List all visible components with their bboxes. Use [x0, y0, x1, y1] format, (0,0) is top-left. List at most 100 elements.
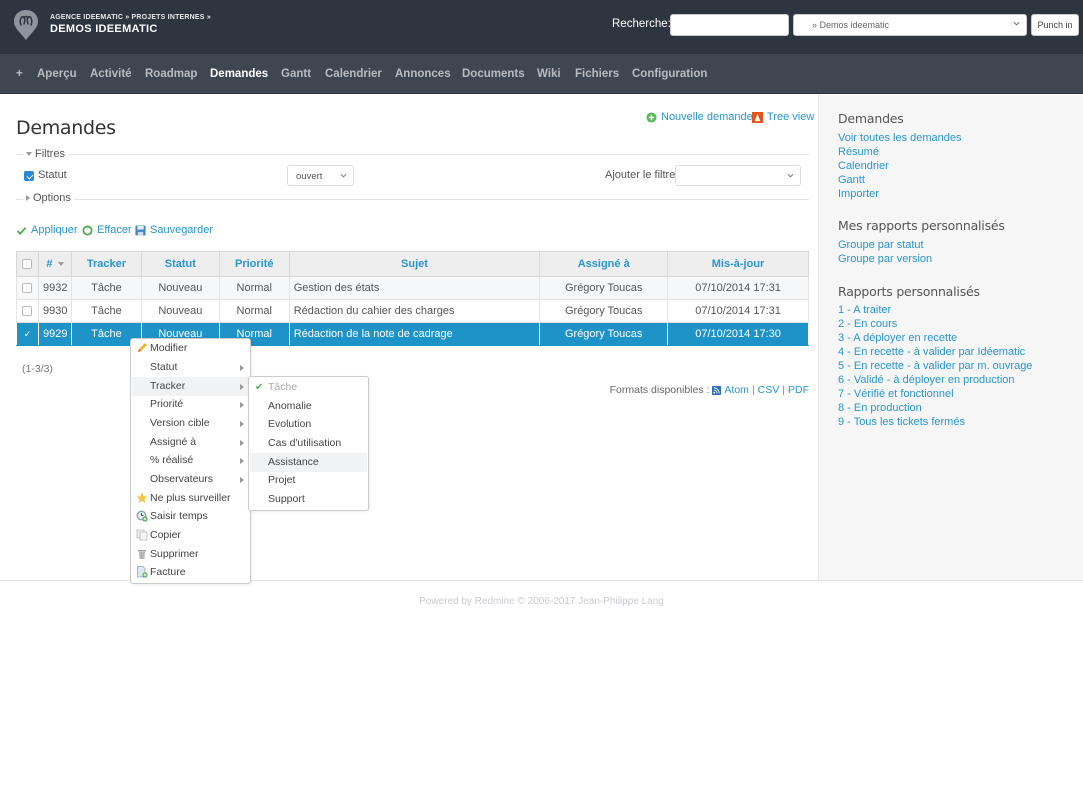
issue-tracker: Tâche: [70, 299, 142, 323]
tracker-option[interactable]: Evolution: [250, 415, 367, 434]
menu-item-gantt[interactable]: Gantt: [281, 68, 311, 80]
sidebar-report-link[interactable]: 9 - Tous les tickets fermés: [838, 416, 965, 428]
tracker-option[interactable]: Anomalie: [250, 397, 367, 416]
project-jump-select[interactable]: » Demos ideematic: [793, 14, 1027, 36]
tracker-submenu: ✔ Tâche Anomalie Evolution Cas d'utilisa…: [248, 376, 369, 511]
menu-item-issues[interactable]: Demandes: [210, 68, 268, 80]
context-menu-watchers[interactable]: Observateurs: [132, 470, 251, 489]
context-menu-unwatch[interactable]: Ne plus surveiller: [132, 489, 251, 508]
column-header-assignee[interactable]: Assigné à: [539, 251, 669, 277]
sidebar-report-link[interactable]: 5 - En recette - à valider par m. ouvrag…: [838, 360, 1032, 372]
sidebar-link-summary[interactable]: Résumé: [838, 146, 879, 158]
clear-button[interactable]: Effacer: [82, 224, 132, 236]
menu-item-overview[interactable]: Aperçu: [37, 68, 77, 80]
sidebar-link-group-version[interactable]: Groupe par version: [838, 253, 932, 265]
sidebar-report-link[interactable]: 6 - Validé - à déployer en production: [838, 374, 1015, 386]
punch-in-button[interactable]: Punch in: [1031, 14, 1079, 36]
separator: |: [782, 384, 785, 396]
table-row[interactable]: 9930 Tâche Nouveau Normal Rédaction du c…: [16, 299, 809, 323]
tracker-option[interactable]: Projet: [250, 471, 367, 490]
options-legend: Options: [33, 192, 71, 204]
table-row[interactable]: 9932 Tâche Nouveau Normal Gestion des ét…: [16, 276, 809, 300]
apply-button[interactable]: Appliquer: [16, 224, 77, 236]
menu-item-wiki[interactable]: Wiki: [537, 68, 561, 80]
filters-toggle[interactable]: Filtres: [23, 148, 68, 160]
sidebar-link-gantt[interactable]: Gantt: [838, 174, 865, 186]
column-header-priority[interactable]: Priorité: [218, 251, 290, 277]
sidebar-link-calendar[interactable]: Calendrier: [838, 160, 889, 172]
select-all-checkbox[interactable]: [22, 259, 33, 270]
menu-item-documents[interactable]: Documents: [462, 68, 525, 80]
issue-assignee[interactable]: Grégory Toucas: [539, 276, 669, 300]
logo-icon[interactable]: [13, 9, 39, 41]
status-filter-checkbox[interactable]: [24, 171, 34, 181]
sidebar: Demandes Voir toutes les demandes Résumé…: [818, 95, 1083, 580]
row-checkbox-checked[interactable]: ✓: [24, 329, 32, 339]
menu-item-calendar[interactable]: Calendrier: [325, 68, 382, 80]
search-input[interactable]: [670, 14, 789, 36]
menu-item-news[interactable]: Annonces: [395, 68, 451, 80]
context-menu-status[interactable]: Statut: [132, 358, 251, 377]
tracker-option[interactable]: Support: [250, 490, 367, 509]
column-header-subject[interactable]: Sujet: [288, 251, 541, 277]
column-header-id[interactable]: #: [37, 251, 72, 277]
new-issue-link[interactable]: Nouvelle demande: [646, 111, 753, 123]
sidebar-link-group-status[interactable]: Groupe par statut: [838, 239, 924, 251]
column-header-status[interactable]: Statut: [140, 251, 220, 277]
context-menu-label: Observateurs: [150, 473, 214, 485]
options-toggle[interactable]: Options: [23, 192, 74, 204]
issue-id[interactable]: 9929: [37, 322, 72, 346]
status-operator-select[interactable]: ouvert: [287, 165, 354, 186]
export-atom-link[interactable]: Atom: [724, 384, 749, 396]
context-menu-done-ratio[interactable]: % réalisé: [132, 451, 251, 470]
menu-item-new[interactable]: +: [16, 68, 23, 80]
sidebar-report-link[interactable]: 7 - Vérifié et fonctionnel: [838, 388, 954, 400]
export-pdf-link[interactable]: PDF: [788, 384, 809, 396]
sidebar-report-link[interactable]: 3 - A déployer en recette: [838, 332, 957, 344]
context-menu-label: Statut: [150, 361, 178, 373]
menu-item-files[interactable]: Fichiers: [575, 68, 619, 80]
menu-item-activity[interactable]: Activité: [90, 68, 132, 80]
project-title[interactable]: DEMOS IDEEMATIC: [50, 23, 158, 35]
issue-subject[interactable]: Rédaction de la note de cadrage: [288, 322, 541, 346]
row-checkbox[interactable]: [22, 283, 33, 294]
sidebar-report-link[interactable]: 1 - A traiter: [838, 304, 891, 316]
expand-arrow-icon: [26, 195, 30, 201]
tree-view-link[interactable]: Tree view: [752, 111, 814, 123]
export-csv-link[interactable]: CSV: [758, 384, 780, 396]
project-breadcrumb[interactable]: AGENCE IDEEMATIC » PROJETS INTERNES »: [50, 14, 211, 21]
row-checkbox[interactable]: [22, 306, 33, 317]
menu-item-roadmap[interactable]: Roadmap: [145, 68, 197, 80]
sidebar-link-import[interactable]: Importer: [838, 188, 879, 200]
issue-subject[interactable]: Gestion des états: [288, 276, 541, 300]
issue-assignee[interactable]: Grégory Toucas: [539, 322, 669, 346]
sidebar-report-link[interactable]: 8 - En production: [838, 402, 922, 414]
context-menu-target-version[interactable]: Version cible: [132, 414, 251, 433]
context-menu-tracker[interactable]: Tracker: [132, 377, 251, 396]
issue-id[interactable]: 9930: [37, 299, 72, 323]
apply-label: Appliquer: [31, 224, 78, 236]
context-menu-log-time[interactable]: Saisir temps: [132, 507, 251, 526]
issue-id[interactable]: 9932: [37, 276, 72, 300]
context-menu-delete[interactable]: Supprimer: [132, 545, 251, 564]
sidebar-report-link[interactable]: 4 - En recette - à valider par Idéematic: [838, 346, 1025, 358]
issue-subject[interactable]: Rédaction du cahier des charges: [288, 299, 541, 323]
add-filter-select[interactable]: [675, 165, 801, 186]
context-menu-invoice[interactable]: Facture: [132, 563, 251, 582]
star-icon: [136, 492, 148, 503]
context-menu-assignee[interactable]: Assigné à: [132, 433, 251, 452]
tracker-option-hovered[interactable]: Assistance: [250, 453, 367, 472]
menu-item-settings[interactable]: Configuration: [632, 68, 707, 80]
save-query-button[interactable]: Sauvegarder: [135, 224, 213, 236]
sidebar-report-link[interactable]: 2 - En cours: [838, 318, 897, 330]
context-menu-edit[interactable]: Modifier: [132, 339, 251, 358]
tree-icon: [752, 111, 763, 123]
sidebar-link-all-issues[interactable]: Voir toutes les demandes: [838, 132, 962, 144]
context-menu-priority[interactable]: Priorité: [132, 395, 251, 414]
tracker-option[interactable]: Cas d'utilisation: [250, 434, 367, 453]
sidebar-my-reports-heading: Mes rapports personnalisés: [838, 218, 1005, 233]
context-menu-copy[interactable]: Copier: [132, 526, 251, 545]
column-header-updated[interactable]: Mis-à-jour: [667, 251, 809, 277]
issue-assignee[interactable]: Grégory Toucas: [539, 299, 669, 323]
column-header-tracker[interactable]: Tracker: [70, 251, 142, 277]
